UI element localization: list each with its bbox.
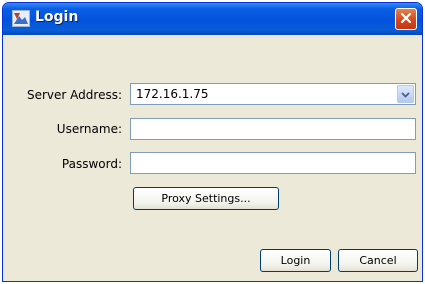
password-field[interactable]: [130, 152, 416, 174]
proxy-settings-button[interactable]: Proxy Settings...: [133, 187, 279, 210]
server-address-value: 172.16.1.75: [136, 87, 209, 101]
dropdown-button[interactable]: [397, 85, 414, 103]
password-label: Password:: [61, 157, 122, 171]
dialog-body: Server Address: 172.16.1.75 Username: Pa…: [6, 35, 419, 278]
username-field[interactable]: [130, 118, 416, 140]
chevron-down-icon: [401, 88, 410, 101]
title-bar[interactable]: Login: [3, 3, 422, 35]
server-address-label: Server Address:: [27, 88, 122, 102]
login-dialog: Login Server Address: 172.16.1.75 Userna…: [2, 2, 423, 282]
cancel-button[interactable]: Cancel: [338, 249, 418, 272]
username-label: Username:: [56, 122, 122, 136]
server-address-combo[interactable]: 172.16.1.75: [130, 83, 416, 105]
close-icon: [400, 12, 412, 27]
app-icon: [12, 10, 30, 27]
window-title: Login: [35, 9, 79, 25]
login-button[interactable]: Login: [260, 249, 331, 272]
close-button[interactable]: [395, 8, 417, 30]
